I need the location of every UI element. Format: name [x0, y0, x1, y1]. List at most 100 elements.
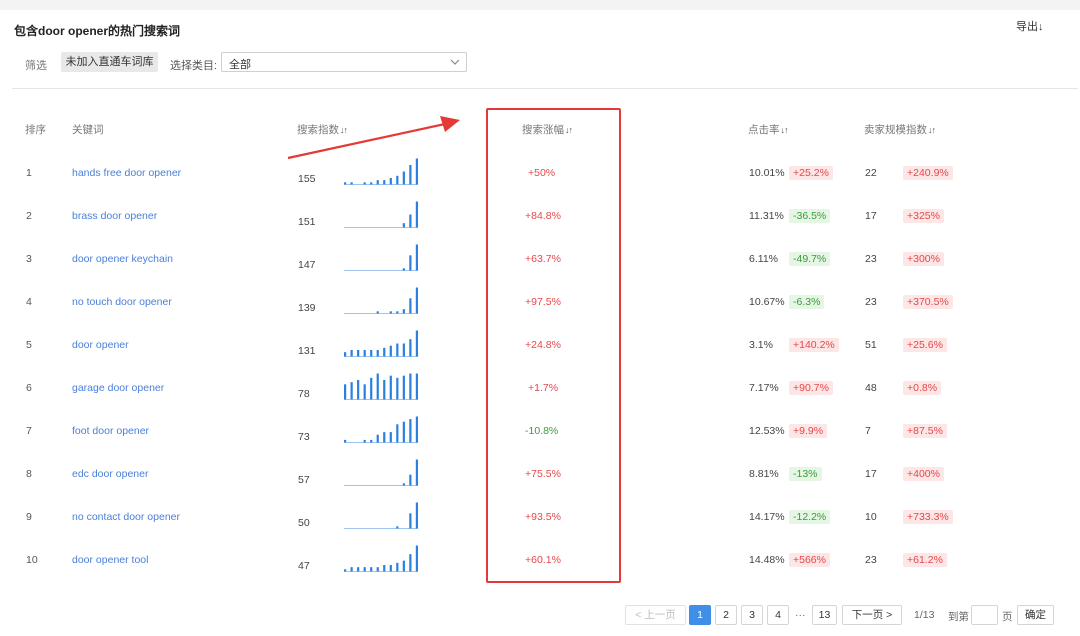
sparkline-bar	[370, 439, 373, 443]
sparkline-bar	[396, 562, 399, 572]
sparkline-bar	[396, 311, 399, 314]
sparkline-bar	[370, 182, 373, 185]
row-keyword-link[interactable]: hands free door opener	[72, 167, 181, 179]
sparkline-bar	[402, 483, 405, 486]
row-trend-sparkline	[344, 287, 418, 314]
row-search-index: 139	[298, 302, 316, 314]
sparkline-bar	[376, 350, 379, 357]
row-keyword-link[interactable]: door opener tool	[72, 554, 148, 566]
row-seller-scale: 23	[865, 554, 877, 566]
row-seller-change-badge: +733.3%	[903, 510, 953, 524]
row-keyword-link[interactable]: foot door opener	[72, 425, 149, 437]
sparkline-bar	[402, 421, 405, 443]
category-label: 选择类目:	[170, 60, 218, 72]
row-rank: 1	[26, 167, 32, 179]
row-seller-scale: 23	[865, 253, 877, 265]
row-ctr-change-badge: -49.7%	[789, 252, 831, 266]
prev-page-button[interactable]: < 上一页	[625, 605, 686, 625]
row-ctr: 11.31%	[749, 210, 784, 222]
row-seller-change-badge: +87.5%	[903, 424, 947, 438]
sparkline-bar	[415, 287, 418, 314]
not-in-keyword-library-filter-chip[interactable]: 未加入直通车词库	[61, 52, 158, 72]
sparkline-bar	[415, 330, 418, 357]
row-keyword-link[interactable]: door opener	[72, 339, 129, 351]
row-search-index: 57	[298, 474, 310, 486]
row-ctr: 8.81%	[749, 468, 779, 480]
sparkline-bar	[389, 345, 392, 357]
sparkline-bar	[350, 567, 353, 572]
sparkline-bar	[344, 182, 347, 185]
sparkline-bar	[344, 352, 347, 357]
page-button-3[interactable]: 3	[741, 605, 763, 625]
sparkline-bar	[409, 474, 412, 486]
sparkline-bar	[409, 554, 412, 572]
row-trend-sparkline	[344, 545, 418, 572]
sparkline-bar	[402, 343, 405, 357]
top-strip	[0, 0, 1080, 10]
sparkline-bar	[376, 180, 379, 185]
row-seller-change-badge: +25.6%	[903, 338, 947, 352]
row-search-index: 147	[298, 259, 316, 271]
sparkline-bar	[363, 182, 366, 185]
sort-icon[interactable]: ↓↑	[781, 125, 789, 135]
row-rank: 5	[26, 339, 32, 351]
row-keyword-link[interactable]: door opener keychain	[72, 253, 173, 265]
page-button-1[interactable]: 1	[689, 605, 711, 625]
sparkline-bar	[409, 255, 412, 271]
row-ctr: 14.48%	[749, 554, 785, 566]
sparkline-bar	[363, 439, 366, 443]
page-button-2[interactable]: 2	[715, 605, 737, 625]
page-info: 1/13	[914, 609, 935, 621]
row-rank: 8	[26, 468, 32, 480]
row-seller-scale: 17	[865, 468, 877, 480]
chevron-left-icon: <	[635, 609, 642, 621]
export-button[interactable]: 导出↓	[1016, 18, 1044, 34]
row-seller-change-badge: +400%	[903, 467, 944, 481]
row-trend-sparkline	[344, 201, 418, 228]
annotation-arrow-icon	[287, 116, 460, 160]
row-seller-scale: 17	[865, 210, 877, 222]
confirm-page-button[interactable]: 确定	[1017, 605, 1054, 625]
row-search-index: 78	[298, 388, 310, 400]
row-keyword-link[interactable]: edc door opener	[72, 468, 148, 480]
next-page-button[interactable]: 下一页 >	[842, 605, 902, 625]
sparkline-bar	[344, 384, 347, 400]
sparkline-bar	[409, 214, 412, 228]
sparkline-bar	[402, 171, 405, 185]
row-trend-sparkline	[344, 459, 418, 486]
sparkline-bar	[350, 382, 353, 400]
row-keyword-link[interactable]: brass door opener	[72, 210, 157, 222]
col-header-keyword: 关键词	[72, 124, 104, 136]
col-header-rank: 排序	[25, 124, 46, 136]
row-seller-scale: 10	[865, 511, 877, 523]
sparkline-bar	[396, 377, 399, 400]
row-keyword-link[interactable]: garage door opener	[72, 382, 164, 394]
sparkline-bar	[409, 165, 412, 185]
row-ctr: 7.17%	[749, 382, 779, 394]
sparkline-bar	[415, 416, 418, 443]
row-keyword-link[interactable]: no touch door opener	[72, 296, 172, 308]
sparkline-bar	[383, 180, 386, 185]
sort-icon[interactable]: ↓↑	[928, 125, 936, 135]
page-button-last[interactable]: 13	[812, 605, 837, 625]
sparkline-bar	[357, 380, 360, 400]
category-select[interactable]: 全部	[221, 52, 467, 72]
growth-column-highlight-box	[486, 108, 621, 583]
page-button-4[interactable]: 4	[767, 605, 789, 625]
row-seller-scale: 51	[865, 339, 877, 351]
page-jump-input[interactable]	[971, 605, 998, 625]
sparkline-bar	[389, 178, 392, 185]
sparkline-bar	[409, 373, 412, 400]
row-ctr-change-badge: -12.2%	[789, 510, 831, 524]
col-header-ctr[interactable]: 点击率↓↑	[748, 122, 789, 137]
row-search-index: 155	[298, 173, 316, 185]
chevron-down-icon	[450, 59, 460, 65]
col-header-seller-scale[interactable]: 卖家规模指数↓↑	[864, 122, 936, 137]
sparkline-bar	[402, 223, 405, 228]
row-keyword-link[interactable]: no contact door opener	[72, 511, 180, 523]
row-seller-change-badge: +300%	[903, 252, 944, 266]
row-rank: 7	[26, 425, 32, 437]
sparkline-bar	[389, 311, 392, 314]
sparkline-bar	[350, 182, 353, 185]
row-seller-scale: 23	[865, 296, 877, 308]
